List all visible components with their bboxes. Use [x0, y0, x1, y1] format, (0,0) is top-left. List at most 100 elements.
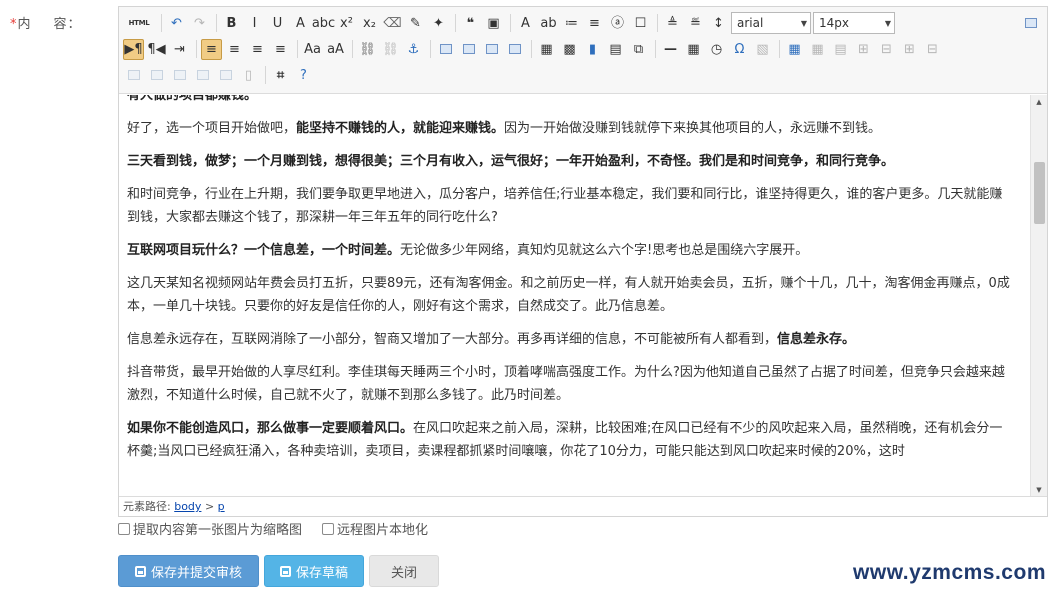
- element-path-body[interactable]: body: [174, 500, 201, 513]
- merge-cells-icon[interactable]: [123, 65, 144, 86]
- merge-cells-shape: [127, 70, 140, 80]
- delete-col-icon: ⊟: [927, 41, 938, 57]
- split-to-cols-icon[interactable]: ▯: [238, 65, 259, 86]
- align-left-button[interactable]: ≡: [201, 38, 222, 60]
- select-all-icon[interactable]: ⓐ: [607, 13, 628, 34]
- insert-table-icon[interactable]: ▦: [784, 39, 805, 60]
- redo-icon: ↷: [194, 15, 205, 31]
- link-icon[interactable]: ⛓: [357, 39, 378, 60]
- close-button[interactable]: 关闭: [369, 555, 439, 587]
- localize-images-option-label: 远程图片本地化: [337, 523, 429, 538]
- delete-col-icon[interactable]: ⊟: [922, 39, 943, 60]
- background-color-button-glyph: ab: [540, 15, 557, 31]
- split-to-cells-icon[interactable]: [192, 65, 213, 86]
- insert-date-icon[interactable]: ▦: [683, 39, 704, 60]
- subscript-button[interactable]: x₂: [359, 13, 380, 34]
- eraser-icon[interactable]: ⌫: [382, 13, 403, 34]
- scroll-up-arrow-icon[interactable]: ▲: [1031, 95, 1047, 109]
- undo-icon[interactable]: ↶: [166, 13, 187, 34]
- fullscreen-button[interactable]: [1020, 13, 1041, 34]
- paste-plain-icon[interactable]: ▣: [483, 13, 504, 34]
- content-scrollbar[interactable]: ▲ ▼: [1030, 95, 1047, 497]
- background-color-button[interactable]: ab: [538, 13, 559, 34]
- font-size-select[interactable]: 14px ▼: [813, 12, 895, 34]
- font-family-select[interactable]: arial ▼: [731, 12, 811, 34]
- font-color-button[interactable]: A: [515, 13, 536, 34]
- direction-rtl-button[interactable]: ¶◀: [146, 39, 167, 60]
- indent-button[interactable]: ⇥: [169, 39, 190, 60]
- unlink-icon[interactable]: ⛓: [380, 39, 401, 60]
- insert-paragraph-before-table-icon[interactable]: ▤: [830, 39, 851, 60]
- save-and-submit-button[interactable]: 保存并提交审核: [118, 555, 259, 587]
- clear-doc-icon[interactable]: ☐: [630, 13, 651, 34]
- toolbar-separator: [531, 40, 532, 58]
- insert-video-icon[interactable]: ▮: [582, 39, 603, 60]
- scrollbar-thumb[interactable]: [1034, 162, 1045, 224]
- delete-row-icon[interactable]: ⊟: [876, 39, 897, 60]
- insert-frame-icon[interactable]: ⧉: [628, 39, 649, 60]
- superscript-button[interactable]: x²: [336, 13, 357, 34]
- image-center-icon[interactable]: [504, 39, 525, 60]
- help-icon[interactable]: ?: [293, 65, 314, 86]
- merge-right-icon[interactable]: [146, 65, 167, 86]
- strikethrough-button[interactable]: abc: [312, 13, 335, 34]
- bold-button[interactable]: B: [221, 13, 242, 34]
- ordered-list-button[interactable]: ≔: [561, 13, 582, 34]
- option-localize-images[interactable]: 远程图片本地化: [322, 519, 428, 538]
- blockquote-icon[interactable]: ❝: [460, 13, 481, 34]
- insert-row-icon[interactable]: ⊞: [853, 39, 874, 60]
- option-thumbnail[interactable]: 提取内容第一张图片为缩略图: [118, 519, 302, 538]
- align-right-button[interactable]: ≡: [247, 39, 268, 60]
- split-to-rows-icon[interactable]: [215, 65, 236, 86]
- toolbar-row-1: HTML ↶ ↷ B I U Aabc x² x₂ ⌫ ✎ ✦ ❝ ▣ Aab ≔ ≡ ⓐ ☐ ≜ ≝ ↕ arial ▼ 14…: [123, 10, 1043, 36]
- element-path-p[interactable]: p: [218, 500, 225, 513]
- italic-button[interactable]: I: [244, 13, 265, 34]
- to-uppercase-button[interactable]: Aa: [302, 39, 323, 60]
- image-right-shape: [485, 44, 498, 54]
- blockquote-icon: ❝: [466, 15, 475, 31]
- indent-button-glyph: ⇥: [174, 41, 185, 57]
- merge-down-icon[interactable]: [169, 65, 190, 86]
- thumbnail-checkbox[interactable]: [118, 522, 130, 535]
- to-lowercase-button[interactable]: aA: [325, 39, 346, 60]
- font-border-button[interactable]: A: [290, 13, 311, 34]
- insert-table-icon: ▦: [788, 41, 801, 57]
- redo-icon[interactable]: ↷: [189, 13, 210, 34]
- localize-images-checkbox[interactable]: [322, 522, 335, 535]
- horizontal-rule-icon[interactable]: —: [660, 39, 681, 60]
- align-justify-button[interactable]: ≡: [270, 39, 291, 60]
- save-draft-button[interactable]: 保存草稿: [264, 555, 364, 587]
- toolbar-separator: [196, 40, 197, 58]
- delete-table-icon[interactable]: ▦: [807, 39, 828, 60]
- insert-time-icon[interactable]: ◷: [706, 39, 727, 60]
- underline-button[interactable]: U: [267, 13, 288, 34]
- format-brush-icon[interactable]: ✎: [405, 13, 426, 34]
- image-left-icon[interactable]: [458, 39, 479, 60]
- row-spacing-bottom-button[interactable]: ≝: [685, 13, 706, 34]
- insert-image-icon[interactable]: ▩: [559, 39, 580, 60]
- row-spacing-top-button[interactable]: ≜: [662, 13, 683, 34]
- thumbnail-option-label: 提取内容第一张图片为缩略图: [133, 523, 303, 538]
- search-replace-icon[interactable]: ⌗: [270, 65, 291, 86]
- anchor-icon[interactable]: ⚓: [403, 39, 424, 60]
- image-right-icon[interactable]: [481, 39, 502, 60]
- scroll-down-arrow-icon[interactable]: ▼: [1031, 483, 1047, 497]
- simple-upload-icon[interactable]: ▦: [536, 39, 557, 60]
- align-center-button-glyph: ≡: [229, 41, 240, 57]
- to-uppercase-button-glyph: Aa: [304, 41, 321, 57]
- editor-content-area[interactable]: 有人做的项目都赚钱。 好了，选一个项目开始做吧，能坚持不赚钱的人，就能迎来赚钱。因…: [119, 95, 1029, 497]
- attachment-icon[interactable]: ▤: [605, 39, 626, 60]
- auto-format-icon[interactable]: ✦: [428, 13, 449, 34]
- bold-text-run: 三天看到钱，做梦；一个月赚到钱，想得很美；三个月有收入，运气很好；一年开始盈利，…: [127, 154, 895, 169]
- snapscreen-icon[interactable]: ▧: [752, 39, 773, 60]
- toolbar-separator: [510, 14, 511, 32]
- image-none-icon[interactable]: [435, 39, 456, 60]
- direction-ltr-button[interactable]: ▶¶: [123, 38, 144, 60]
- unordered-list-button[interactable]: ≡: [584, 13, 605, 34]
- special-chars-icon[interactable]: Ω: [729, 39, 750, 60]
- line-height-button[interactable]: ↕: [708, 13, 729, 34]
- insert-col-icon[interactable]: ⊞: [899, 39, 920, 60]
- align-center-button[interactable]: ≡: [224, 39, 245, 60]
- source-code-button[interactable]: HTML: [123, 13, 155, 34]
- rich-text-editor: HTML ↶ ↷ B I U Aabc x² x₂ ⌫ ✎ ✦ ❝ ▣ Aab ≔ ≡ ⓐ ☐ ≜ ≝ ↕ arial ▼ 14…: [118, 6, 1048, 517]
